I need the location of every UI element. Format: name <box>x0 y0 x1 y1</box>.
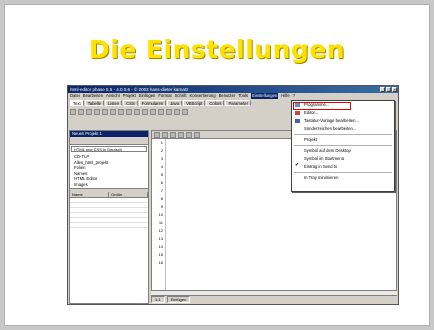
menu-benutzer[interactable]: Benutzer <box>219 93 236 99</box>
undo-icon[interactable] <box>186 131 192 138</box>
menu-konvertierung[interactable]: Konvertierung <box>190 93 216 99</box>
tab-vbscript[interactable]: VBScript <box>183 100 206 106</box>
line-number: 2 <box>160 148 163 153</box>
line-number: 14 <box>158 244 163 249</box>
tab-formularen[interactable]: Formularen <box>138 100 167 106</box>
h6-icon[interactable] <box>182 108 188 115</box>
keyboard-icon <box>295 119 300 123</box>
project-panel: Neues Projekt 1 HTML und CSS in Deutsch … <box>69 130 149 304</box>
h4-icon[interactable] <box>166 108 172 115</box>
project-tree: CD-TLP Alles_html_projekt Folien Names H… <box>70 153 148 188</box>
line-number: 13 <box>158 236 163 241</box>
menu-item-sonderzeichen[interactable]: Sonderzeichen bearbeiten... <box>292 125 394 133</box>
menu-einstellungen[interactable]: Einstellungen <box>251 93 279 99</box>
insert-mode: Einfügen <box>166 296 191 303</box>
close-button[interactable]: × <box>392 87 397 92</box>
menu-item-startmenu-symbol[interactable]: Symbol im Startmenü <box>292 155 394 163</box>
align-right-icon[interactable] <box>86 108 92 115</box>
print-icon[interactable] <box>178 131 184 138</box>
menu-divider <box>294 145 392 146</box>
menu-item-programme[interactable]: Programme... <box>292 101 394 109</box>
underline-icon[interactable] <box>126 108 132 115</box>
horizontal-scrollbar[interactable] <box>151 290 397 295</box>
italic-icon[interactable] <box>118 108 124 115</box>
menu-divider <box>294 172 392 173</box>
file-grid <box>70 198 148 228</box>
menu-item-projekt[interactable]: Projekt <box>292 136 394 144</box>
menu-item-send-to[interactable]: ✔ Eintrag in Send to <box>292 163 394 171</box>
line-number: 12 <box>158 228 163 233</box>
line-number-gutter: 1 2 3 4 5 6 7 8 9 10 11 12 13 14 15 16 <box>152 139 166 295</box>
redo-icon[interactable] <box>194 131 200 138</box>
column-name[interactable]: Name <box>70 192 109 197</box>
align-left-icon[interactable] <box>70 108 76 115</box>
open-icon[interactable] <box>162 131 168 138</box>
slide-title: Die Einstellungen <box>88 35 346 64</box>
bold-icon[interactable] <box>110 108 116 115</box>
einstellungen-dropdown-menu: Programme... Editor... Tastatur-Vorlage … <box>291 100 395 192</box>
menu-projekt[interactable]: Projekt <box>123 93 136 99</box>
menu-format[interactable]: Format <box>158 93 171 99</box>
indent-icon[interactable] <box>102 108 108 115</box>
line-number: 8 <box>160 196 163 201</box>
h5-icon[interactable] <box>174 108 180 115</box>
menu-question[interactable]: ? <box>293 93 295 99</box>
line-number: 11 <box>158 220 163 225</box>
line-number: 16 <box>158 260 163 265</box>
line-number: 3 <box>160 156 163 161</box>
tab-css[interactable]: CSS <box>123 100 138 106</box>
line-number: 15 <box>158 252 163 257</box>
slide: Die Einstellungen html-editor phase 5.5 … <box>4 4 430 326</box>
project-dropdown[interactable]: HTML und CSS in Deutsch <box>71 146 147 152</box>
menu-item-desktop-symbol[interactable]: Symbol auf dem Desktop <box>292 147 394 155</box>
minimize-button[interactable]: _ <box>380 87 385 92</box>
line-number: 1 <box>160 140 163 145</box>
link-icon[interactable] <box>134 108 140 115</box>
h3-icon[interactable] <box>158 108 164 115</box>
menu-hilfe[interactable]: Hilfe <box>281 93 289 99</box>
tab-text[interactable]: Text <box>70 100 84 106</box>
tree-item[interactable]: Images <box>74 182 144 188</box>
new-icon[interactable] <box>154 131 160 138</box>
tab-parameter[interactable]: Parameter <box>225 100 252 106</box>
line-number: 5 <box>160 172 163 177</box>
menu-item-editor[interactable]: Editor... <box>292 109 394 117</box>
tab-colors[interactable]: Colors <box>206 100 225 106</box>
column-size[interactable]: Größe <box>109 192 148 197</box>
tab-java[interactable]: Java <box>167 100 183 106</box>
line-number: 7 <box>160 188 163 193</box>
h1-icon[interactable] <box>142 108 148 115</box>
project-toolbar <box>70 137 148 145</box>
tab-tabelle[interactable]: Tabelle <box>84 100 104 106</box>
maximize-button[interactable]: □ <box>386 87 391 92</box>
menu-einfuegen[interactable]: Einfügen <box>139 93 156 99</box>
table-row[interactable] <box>70 223 148 228</box>
menu-tools[interactable]: Tools <box>238 93 248 99</box>
programs-icon <box>295 103 300 107</box>
menu-item-tray[interactable]: In Tray minimieren <box>292 174 394 182</box>
menu-bearbeiten[interactable]: Bearbeiten <box>83 93 103 99</box>
h2-icon[interactable] <box>150 108 156 115</box>
tab-listen[interactable]: Listen <box>104 100 123 106</box>
window-titlebar: html-editor phase 5.5 - 4.0.0.6 - © 2003… <box>68 86 398 93</box>
save-icon[interactable] <box>170 131 176 138</box>
justify-icon[interactable] <box>94 108 100 115</box>
align-center-icon[interactable] <box>78 108 84 115</box>
cursor-position: 1:1 <box>151 296 165 303</box>
window-title: html-editor phase 5.5 - 4.0.0.6 - © 2003… <box>70 87 189 92</box>
menu-divider <box>294 134 392 135</box>
menu-datei[interactable]: Datei <box>70 93 80 99</box>
line-number: 4 <box>160 164 163 169</box>
line-number: 10 <box>158 212 163 217</box>
status-bar: 1:1 Einfügen <box>151 296 397 303</box>
menu-ansicht[interactable]: Ansicht <box>106 93 120 99</box>
menu-item-tastatur[interactable]: Tastatur-Vorlage bearbeiten... <box>292 117 394 125</box>
editor-icon <box>295 111 300 115</box>
line-number: 9 <box>160 204 163 209</box>
checkmark-icon: ✔ <box>295 162 300 168</box>
menu-schrift[interactable]: Schrift <box>175 93 187 99</box>
line-number: 6 <box>160 180 163 185</box>
